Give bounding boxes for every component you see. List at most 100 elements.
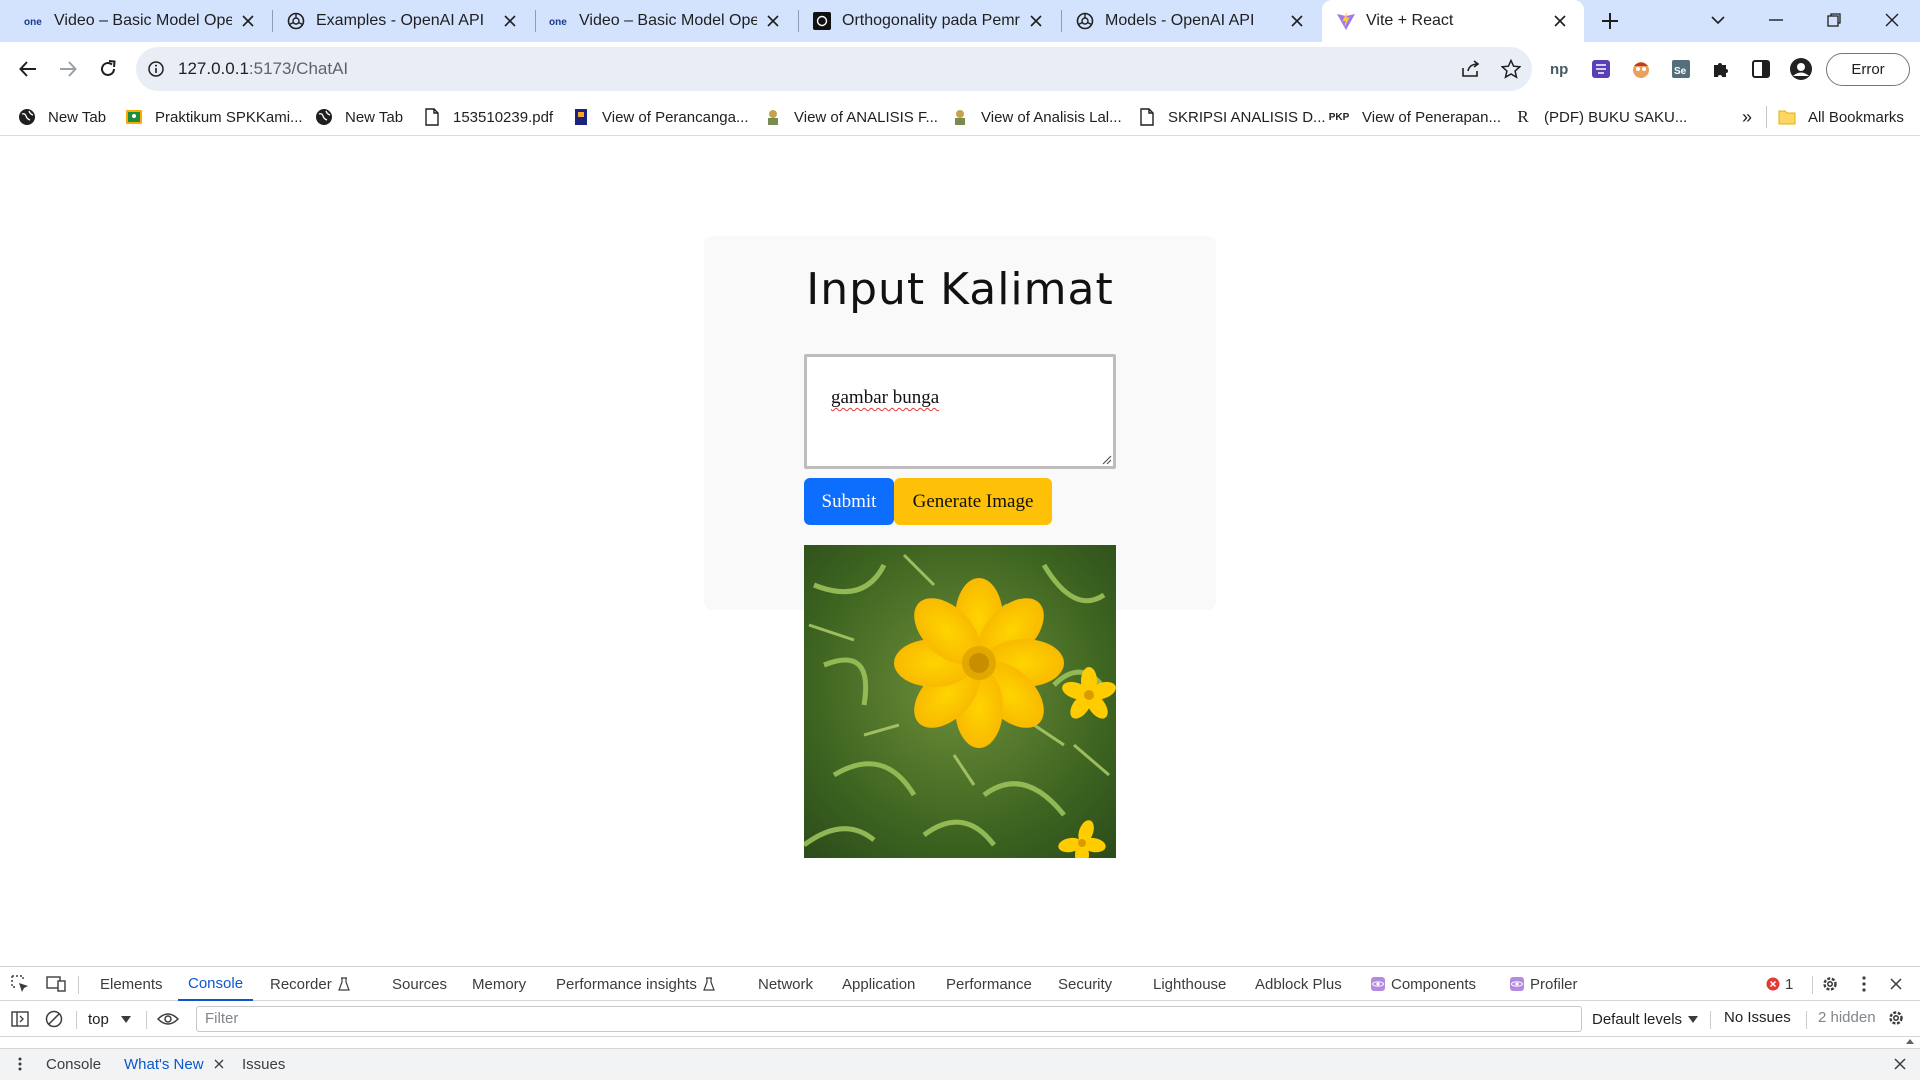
devtools-tab-recorder[interactable]: Recorder (270, 967, 350, 1001)
minimize-icon[interactable] (1760, 4, 1792, 36)
journal-icon (572, 108, 590, 126)
bookmark-analisis-f[interactable]: View of ANALISIS F... (764, 98, 938, 136)
address-bar[interactable]: 127.0.0.1:5173/ChatAI (136, 47, 1532, 91)
devtools-tab-network[interactable]: Network (758, 967, 813, 1001)
tab-vite-react[interactable]: Vite + React (1322, 0, 1584, 42)
bookmarks-separator (1766, 106, 1767, 128)
extension-np-icon[interactable]: np (1545, 53, 1577, 85)
error-count: 1 (1785, 975, 1794, 993)
extension-purple-icon[interactable] (1585, 53, 1617, 85)
profile-error-button[interactable]: Error (1826, 53, 1910, 86)
drawer-tab-issues[interactable]: Issues (242, 1048, 285, 1080)
url-host: 127.0.0.1 (178, 59, 249, 78)
dropdown-arrow-icon (120, 1015, 131, 1023)
devtools-tab-lighthouse[interactable]: Lighthouse (1153, 967, 1226, 1001)
restore-icon[interactable] (1818, 4, 1850, 36)
bookmark-pdf[interactable]: 153510239.pdf (423, 98, 553, 136)
all-bookmarks-button[interactable]: All Bookmarks (1778, 98, 1904, 136)
bookmark-star-icon[interactable] (1495, 53, 1527, 85)
devtools-tab-console[interactable]: Console (178, 967, 254, 1001)
onelearn-icon: one (24, 11, 44, 31)
tab-label: Profiler (1530, 975, 1578, 993)
profile-avatar-icon[interactable] (1785, 53, 1817, 85)
devtools-tab-memory[interactable]: Memory (472, 967, 526, 1001)
tab-search-chevron-icon[interactable] (1702, 4, 1734, 36)
toolbar-separator (78, 976, 79, 994)
clear-console-icon[interactable] (38, 1003, 70, 1035)
tab-video-basic-model-2[interactable]: one Video – Basic Model OpenAI (535, 0, 797, 42)
flask-icon (703, 977, 715, 991)
drawer-menu-icon[interactable] (4, 1048, 36, 1080)
prompt-textarea[interactable]: gambar bunga (804, 354, 1116, 469)
drawer-tab-console[interactable]: Console (46, 1048, 101, 1080)
error-counter[interactable]: 1 (1766, 967, 1793, 1001)
reload-icon[interactable] (92, 53, 124, 85)
forward-arrow-icon[interactable] (52, 53, 84, 85)
toolbar-separator (146, 1011, 147, 1029)
tab-orthogonality[interactable]: Orthogonality pada Pemrograman (798, 0, 1060, 42)
devtools-tab-profiler[interactable]: Profiler (1510, 967, 1578, 1001)
pkp-icon: PKP (1328, 111, 1350, 123)
devtools-tab-performance[interactable]: Performance (946, 967, 1032, 1001)
resize-grip-icon[interactable] (1100, 453, 1112, 465)
console-filter-input[interactable]: Filter (196, 1006, 1582, 1032)
console-settings-gear-icon[interactable] (1880, 1002, 1912, 1034)
close-icon[interactable] (1026, 11, 1046, 31)
context-value: top (88, 1010, 109, 1028)
close-icon[interactable] (763, 11, 783, 31)
tab-title: Video – Basic Model OpenAI (579, 12, 757, 29)
devtools-tab-security[interactable]: Security (1058, 967, 1112, 1001)
drawer-tab-whats-new[interactable]: What's New (124, 1048, 224, 1080)
bookmark-label: View of Analisis Lal... (981, 108, 1122, 126)
tab-examples-openai[interactable]: Examples - OpenAI API (272, 0, 534, 42)
extensions-puzzle-icon[interactable] (1705, 53, 1737, 85)
bookmark-label: Praktikum SPKKami... (155, 108, 303, 126)
extension-se-icon[interactable]: Se (1665, 53, 1697, 85)
bookmark-analisis-lal[interactable]: View of Analisis Lal... (951, 98, 1122, 136)
bookmark-buku-saku[interactable]: R (PDF) BUKU SAKU... (1514, 98, 1687, 136)
settings-gear-icon[interactable] (1814, 968, 1846, 1000)
devtools-tab-application[interactable]: Application (842, 967, 915, 1001)
close-drawer-icon[interactable] (1884, 1048, 1916, 1080)
more-options-icon[interactable] (1848, 968, 1880, 1000)
close-icon[interactable] (238, 11, 258, 31)
close-icon[interactable] (214, 1059, 224, 1069)
devtools-tab-sources[interactable]: Sources (392, 967, 447, 1001)
bookmark-praktikum[interactable]: Praktikum SPKKami... (125, 98, 303, 136)
submit-button[interactable]: Submit (804, 478, 894, 525)
tab-title: Vite + React (1366, 12, 1454, 29)
devtools-tab-elements[interactable]: Elements (100, 967, 163, 1001)
close-icon[interactable] (1550, 11, 1570, 31)
issues-counter[interactable]: No Issues (1724, 1009, 1791, 1026)
bookmark-new-tab-2[interactable]: New Tab (315, 98, 403, 136)
close-devtools-icon[interactable] (1880, 968, 1912, 1000)
share-icon[interactable] (1455, 53, 1487, 85)
site-info-icon[interactable] (148, 61, 164, 77)
generate-image-button[interactable]: Generate Image (894, 478, 1052, 525)
more-bookmarks-button[interactable]: » (1742, 98, 1752, 136)
bookmark-skripsi[interactable]: SKRIPSI ANALISIS D... (1138, 98, 1326, 136)
context-selector[interactable]: top (88, 1009, 131, 1029)
close-icon[interactable] (1287, 11, 1307, 31)
devtools-tab-adblock-plus[interactable]: Adblock Plus (1255, 967, 1342, 1001)
device-toolbar-icon[interactable] (40, 968, 72, 1000)
inspect-element-icon[interactable] (4, 968, 36, 1000)
sidebar-toggle-icon[interactable] (4, 1003, 36, 1035)
extension-mascot-icon[interactable] (1625, 53, 1657, 85)
back-arrow-icon[interactable] (12, 53, 44, 85)
new-tab-button[interactable] (1594, 5, 1626, 37)
window-close-icon[interactable] (1876, 4, 1908, 36)
devtools-tab-components[interactable]: Components (1371, 967, 1476, 1001)
live-expression-eye-icon[interactable] (152, 1003, 184, 1035)
devtools-tab-performance-insights[interactable]: Performance insights (556, 967, 715, 1001)
bookmark-penerapan[interactable]: PKP View of Penerapan... (1328, 98, 1501, 136)
side-panel-icon[interactable] (1745, 53, 1777, 85)
scroll-arrow-icon[interactable] (1906, 1038, 1914, 1046)
bookmark-new-tab-1[interactable]: New Tab (18, 98, 106, 136)
bookmark-perancangan[interactable]: View of Perancanga... (572, 98, 748, 136)
log-levels-dropdown[interactable]: Default levels (1592, 1009, 1699, 1029)
close-icon[interactable] (500, 11, 520, 31)
journal-icon (764, 108, 782, 126)
tab-models-openai[interactable]: Models - OpenAI API (1061, 0, 1321, 42)
tab-video-basic-model-1[interactable]: one Video – Basic Model OpenAI (0, 0, 272, 42)
